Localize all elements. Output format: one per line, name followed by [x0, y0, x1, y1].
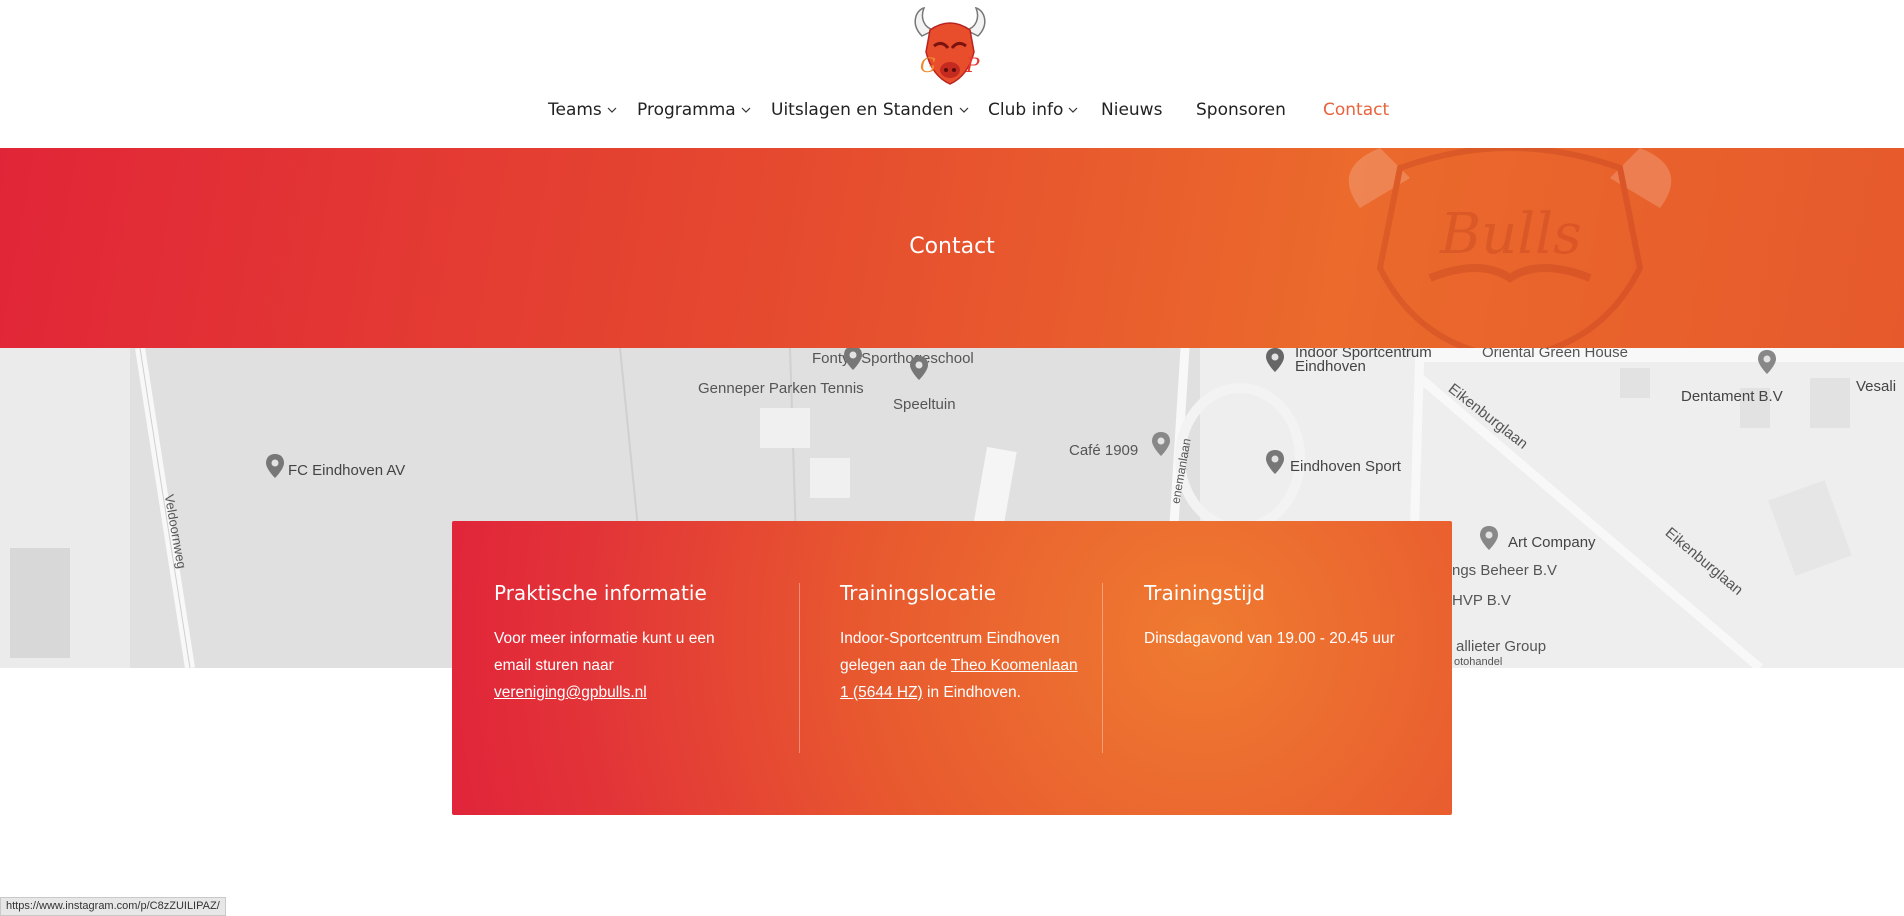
- practical-info-column: Praktische informatie Voor meer informat…: [494, 581, 754, 706]
- nav-sponsoren[interactable]: Sponsoren: [1196, 100, 1286, 120]
- nav-label: Club info: [988, 100, 1064, 120]
- hero-banner: Bulls Contact: [0, 148, 1904, 348]
- map-label-genneper: Genneper Parken Tennis: [698, 380, 864, 397]
- map-pin-icon[interactable]: [1758, 350, 1776, 374]
- map-pin-icon[interactable]: [910, 356, 928, 380]
- map-pin-icon[interactable]: [266, 454, 284, 478]
- chevron-down-icon: [741, 107, 751, 113]
- nav-club-info[interactable]: Club info: [988, 100, 1079, 120]
- training-location-body-after: in Eindhoven.: [927, 684, 1021, 701]
- map-pin-icon[interactable]: [1480, 526, 1498, 550]
- map-pin-icon[interactable]: [844, 348, 862, 370]
- map-label-indoor2: Eindhoven: [1295, 358, 1366, 375]
- map-label-cafe: Café 1909: [1069, 442, 1139, 459]
- column-divider: [1102, 583, 1103, 753]
- chevron-down-icon: [1069, 107, 1078, 113]
- practical-info-text: Voor meer informatie kunt u een email st…: [494, 625, 754, 706]
- map-label-speeltuin: Speeltuin: [893, 396, 956, 413]
- contact-info-card: Praktische informatie Voor meer informat…: [452, 521, 1452, 815]
- nav-label: Nieuws: [1101, 100, 1163, 120]
- practical-info-title: Praktische informatie: [494, 581, 707, 605]
- nav-nieuws[interactable]: Nieuws: [1101, 100, 1162, 120]
- practical-info-body: Voor meer informatie kunt u een email st…: [494, 630, 715, 674]
- email-link[interactable]: vereniging@gpbulls.nl: [494, 684, 647, 701]
- map-pin-icon[interactable]: [1266, 348, 1284, 372]
- map-label-vallieter: allieter Group: [1456, 638, 1547, 655]
- nav-contact[interactable]: Contact: [1323, 100, 1389, 120]
- map-pin-icon[interactable]: [1152, 432, 1170, 456]
- svg-text:G: G: [920, 53, 936, 77]
- training-time-title: Trainingstijd: [1144, 581, 1265, 605]
- svg-text:P: P: [965, 53, 980, 77]
- map-label-hvp: HVP B.V: [1452, 592, 1511, 609]
- training-location-column: Trainingslocatie Indoor-Sportcentrum Ein…: [840, 581, 1080, 706]
- map-label-vesali: Vesali: [1856, 378, 1897, 395]
- map-label-fc-eindhoven: FC Eindhoven AV: [288, 462, 406, 479]
- training-location-text: Indoor-Sportcentrum Eindhoven gelegen aa…: [840, 625, 1080, 706]
- nav-teams[interactable]: Teams: [548, 100, 618, 120]
- map-label-fontys: Fontys Sporthogeschool: [812, 350, 974, 367]
- chevron-down-icon: [607, 107, 617, 113]
- map-label-oriental: Oriental Green House: [1482, 348, 1628, 361]
- map-label-dentament: Dentament B.V: [1681, 388, 1783, 405]
- training-time-text: Dinsdagavond van 19.00 - 20.45 uur: [1144, 630, 1395, 647]
- nav-programma[interactable]: Programma: [637, 100, 752, 120]
- nav-label: Programma: [637, 100, 736, 120]
- nav-uitslagen[interactable]: Uitslagen en Standen: [771, 100, 970, 120]
- map-pin-icon[interactable]: [1266, 450, 1284, 474]
- nav-label: Sponsoren: [1196, 100, 1286, 120]
- map-label-handel: otohandel: [1454, 656, 1503, 668]
- map-label-art-company: Art Company: [1508, 534, 1596, 551]
- nav-label: Teams: [548, 100, 602, 120]
- main-nav: Teams Programma Uitslagen en Standen Clu…: [0, 100, 1904, 124]
- nav-label: Contact: [1323, 100, 1390, 120]
- training-time-column: Trainingstijd Dinsdagavond van 19.00 - 2…: [1144, 581, 1424, 652]
- browser-status-bar: https://www.instagram.com/p/C8zZUILIPAZ/: [0, 897, 226, 916]
- map-label-eindhoven-sport: Eindhoven Sport: [1290, 458, 1401, 475]
- chevron-down-icon: [959, 107, 969, 113]
- nav-label: Uitslagen en Standen: [771, 100, 954, 120]
- training-location-title: Trainingslocatie: [840, 581, 997, 605]
- page-title: Contact: [909, 234, 995, 259]
- column-divider: [799, 583, 800, 753]
- site-header: G P Teams Programma Uitslagen en Standen…: [0, 0, 1904, 148]
- gp-bulls-logo[interactable]: G P: [908, 6, 992, 88]
- map-label-beheer: ngs Beheer B.V: [1452, 562, 1558, 579]
